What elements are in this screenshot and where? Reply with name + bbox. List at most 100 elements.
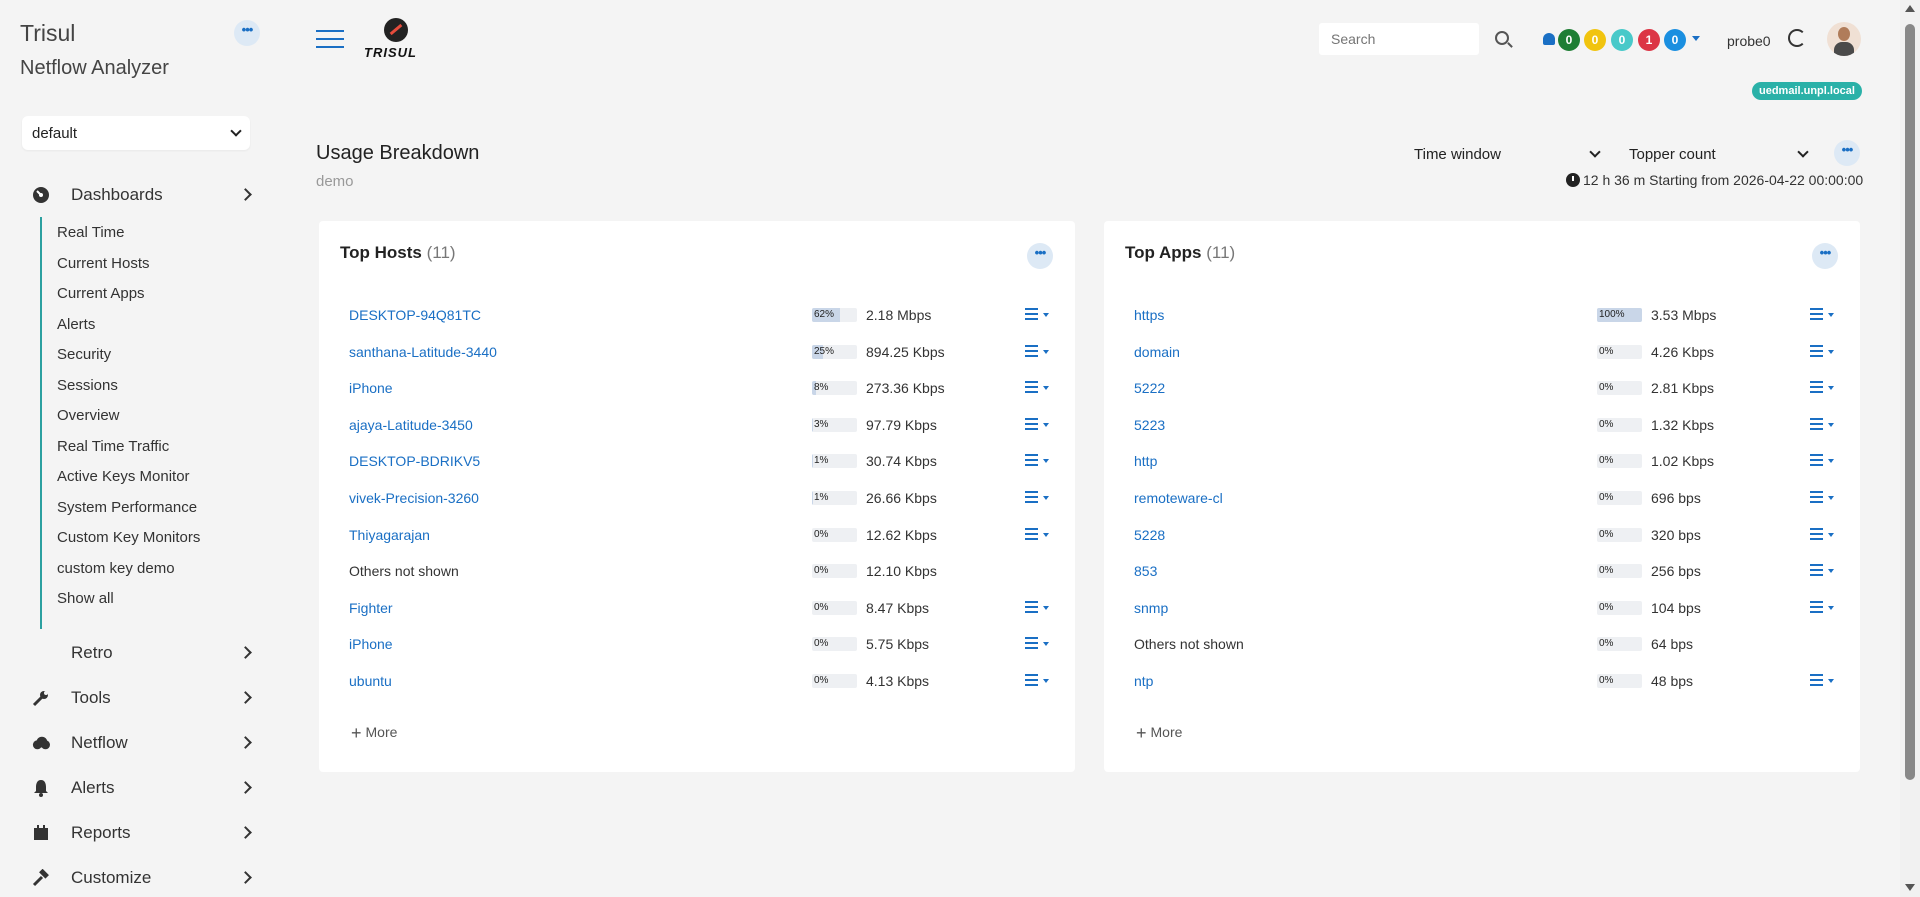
more-button[interactable]: + More bbox=[1136, 723, 1182, 744]
sidebar-subitem[interactable]: Sessions bbox=[57, 377, 118, 394]
topper-count-select[interactable]: Topper count bbox=[1629, 140, 1809, 168]
notification-count-badge[interactable]: 0 bbox=[1584, 29, 1606, 51]
nav-tools-label: Tools bbox=[71, 688, 111, 707]
rate-value: 1.02 Kbps bbox=[1651, 453, 1715, 470]
item-link[interactable]: santhana-Latitude-3440 bbox=[349, 344, 497, 360]
item-link[interactable]: Fighter bbox=[349, 600, 393, 616]
search-input[interactable] bbox=[1319, 23, 1479, 55]
percent-label: 0% bbox=[814, 675, 829, 686]
rate-value: 48 bps bbox=[1651, 673, 1694, 689]
item-link[interactable]: iPhone bbox=[349, 380, 393, 396]
row-menu-icon[interactable] bbox=[1025, 527, 1049, 544]
rate-value: 1.32 Kbps bbox=[1651, 416, 1715, 433]
card-title: Top Apps (11) bbox=[1125, 243, 1236, 262]
notifications-caret-icon[interactable] bbox=[1692, 36, 1700, 41]
dark-mode-toggle-icon[interactable] bbox=[1788, 29, 1806, 47]
item-link[interactable]: 5222 bbox=[1134, 380, 1165, 396]
sidebar-subitem[interactable]: Current Hosts bbox=[57, 255, 150, 272]
sidebar-options-button[interactable]: ••• bbox=[234, 20, 260, 46]
sidebar-subitem[interactable]: System Performance bbox=[57, 499, 197, 516]
item-link[interactable]: 5228 bbox=[1134, 527, 1165, 543]
percent-label: 0% bbox=[1599, 528, 1614, 540]
nav-reports[interactable]: Reports bbox=[0, 816, 285, 850]
row-menu-icon[interactable] bbox=[1025, 637, 1049, 653]
item-link[interactable]: https bbox=[1134, 307, 1164, 323]
probe-selector[interactable]: probe0 bbox=[1727, 33, 1771, 49]
item-link[interactable]: Thiyagarajan bbox=[349, 527, 430, 543]
item-link[interactable]: ajaya-Latitude-3450 bbox=[349, 417, 473, 433]
row-menu-icon[interactable] bbox=[1810, 344, 1834, 361]
percent-label: 0% bbox=[1599, 382, 1614, 394]
item-link[interactable]: DESKTOP-BDRIKV5 bbox=[349, 453, 480, 469]
profile-select[interactable]: default bbox=[22, 116, 250, 150]
nav-tools[interactable]: Tools bbox=[0, 681, 285, 715]
card-options-button[interactable]: ••• bbox=[1812, 243, 1838, 269]
row-menu-icon[interactable] bbox=[1810, 417, 1834, 434]
row-menu-icon[interactable] bbox=[1810, 527, 1834, 544]
notification-count-badge[interactable]: 0 bbox=[1558, 29, 1580, 51]
hamburger-menu-icon[interactable] bbox=[316, 30, 344, 50]
item-link[interactable]: ubuntu bbox=[349, 673, 392, 689]
sidebar-subitem[interactable]: Real Time Traffic bbox=[57, 438, 169, 455]
sidebar-subitem[interactable]: Overview bbox=[57, 407, 120, 424]
row-menu-icon[interactable] bbox=[1810, 674, 1834, 690]
card-options-button[interactable]: ••• bbox=[1027, 243, 1053, 269]
sidebar-subitem[interactable]: Current Apps bbox=[57, 285, 145, 302]
row-menu-icon[interactable] bbox=[1810, 600, 1834, 617]
item-link[interactable]: ntp bbox=[1134, 673, 1153, 689]
row-menu-icon[interactable] bbox=[1025, 344, 1049, 361]
chevron-right-icon bbox=[239, 736, 252, 749]
item-link[interactable]: http bbox=[1134, 453, 1157, 469]
row-menu-icon[interactable] bbox=[1025, 600, 1049, 617]
item-link[interactable]: vivek-Precision-3260 bbox=[349, 490, 479, 506]
notification-count-badge[interactable]: 0 bbox=[1664, 29, 1686, 51]
more-button[interactable]: + More bbox=[351, 723, 397, 744]
row-menu-icon[interactable] bbox=[1025, 417, 1049, 434]
row-menu-icon[interactable] bbox=[1810, 491, 1834, 507]
search-icon[interactable] bbox=[1495, 31, 1509, 45]
item-link[interactable]: domain bbox=[1134, 344, 1180, 360]
nav-customize[interactable]: Customize bbox=[0, 861, 285, 895]
notification-bell-icon[interactable] bbox=[1543, 33, 1555, 45]
row-menu-icon[interactable] bbox=[1025, 491, 1049, 507]
notification-count-badge[interactable]: 0 bbox=[1611, 29, 1633, 51]
table-row: Others not shown 0% 12.10 Kbps bbox=[319, 557, 1075, 587]
item-link[interactable]: 853 bbox=[1134, 563, 1157, 579]
page-scrollbar[interactable] bbox=[1900, 0, 1920, 897]
sidebar-subitem[interactable]: Show all bbox=[57, 590, 114, 607]
nav-netflow[interactable]: Netflow bbox=[0, 726, 285, 760]
row-menu-icon[interactable] bbox=[1810, 454, 1834, 470]
scrollbar-thumb[interactable] bbox=[1905, 24, 1915, 780]
scroll-down-icon[interactable] bbox=[1905, 884, 1915, 891]
row-menu-icon[interactable] bbox=[1025, 674, 1049, 690]
nav-retro[interactable]: Retro bbox=[0, 636, 285, 670]
page-subtitle: demo bbox=[316, 173, 354, 190]
sidebar-subitem[interactable]: Security bbox=[57, 346, 111, 363]
nav-dashboards[interactable]: Dashboards bbox=[0, 178, 285, 212]
notification-count-badge[interactable]: 1 bbox=[1638, 29, 1660, 51]
avatar[interactable] bbox=[1827, 22, 1861, 56]
row-menu-icon[interactable] bbox=[1810, 308, 1834, 324]
page-options-button[interactable]: ••• bbox=[1834, 140, 1860, 166]
sidebar-subitem[interactable]: Active Keys Monitor bbox=[57, 468, 190, 485]
row-menu-icon[interactable] bbox=[1025, 381, 1049, 397]
trisul-logo: TRISUL bbox=[362, 18, 432, 60]
item-link[interactable]: snmp bbox=[1134, 600, 1168, 616]
time-window-select[interactable]: Time window bbox=[1414, 140, 1601, 168]
percent-bar: 0% bbox=[1597, 417, 1642, 432]
item-link[interactable]: remoteware-cl bbox=[1134, 490, 1223, 506]
item-link[interactable]: iPhone bbox=[349, 636, 393, 652]
sidebar-subitem[interactable]: Alerts bbox=[57, 316, 95, 333]
row-menu-icon[interactable] bbox=[1810, 381, 1834, 397]
nav-alerts[interactable]: Alerts bbox=[0, 771, 285, 805]
item-link[interactable]: DESKTOP-94Q81TC bbox=[349, 307, 481, 323]
row-menu-icon[interactable] bbox=[1810, 564, 1834, 580]
sidebar-subitem[interactable]: Custom Key Monitors bbox=[57, 529, 200, 546]
sidebar-subitem[interactable]: Real Time bbox=[57, 224, 125, 241]
row-menu-icon[interactable] bbox=[1025, 454, 1049, 470]
scroll-up-icon[interactable] bbox=[1905, 5, 1915, 12]
rate-value: 273.36 Kbps bbox=[866, 380, 945, 397]
row-menu-icon[interactable] bbox=[1025, 308, 1049, 324]
item-link[interactable]: 5223 bbox=[1134, 417, 1165, 433]
sidebar-subitem[interactable]: custom key demo bbox=[57, 560, 175, 577]
